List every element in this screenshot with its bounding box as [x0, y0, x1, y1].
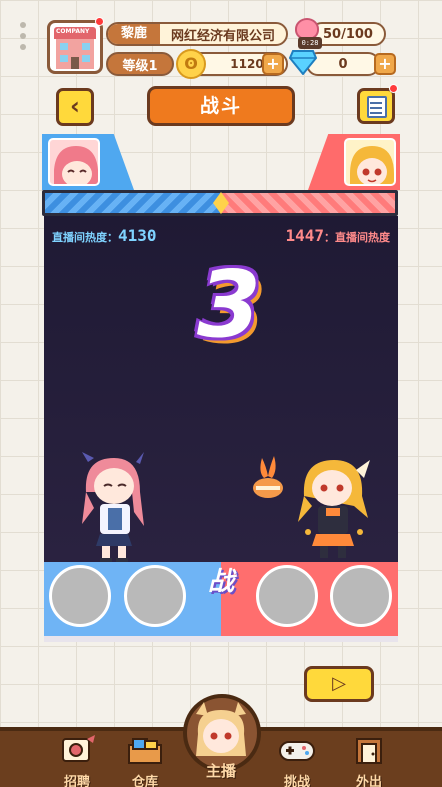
enemy-progress — [220, 193, 395, 213]
task-list-button[interactable] — [357, 88, 395, 124]
skill-bar-base — [44, 636, 398, 642]
task-notification-dot — [389, 84, 398, 93]
company-name: 网红经济有限公司 — [170, 28, 275, 44]
gem-value: 0 — [306, 52, 380, 76]
enemy-character — [298, 460, 370, 558]
energy-timer: 0:28 — [298, 37, 322, 49]
company-sign: COMPANY — [56, 28, 90, 35]
player-info-pill[interactable]: 黎鹿 网红经济有限公司 — [106, 22, 288, 46]
nav-recruit[interactable]: 招聘 — [46, 731, 108, 787]
nav-streamer[interactable]: 主播 — [190, 700, 252, 786]
level-badge: 等级1 — [106, 52, 174, 76]
gamepad-icon — [279, 741, 315, 761]
page-title: 战斗 — [147, 86, 295, 126]
enemy-heat-value: 1447 — [285, 226, 324, 245]
player-skill-slot-2[interactable] — [124, 565, 186, 627]
more-dots-icon[interactable] — [20, 22, 26, 55]
nav-challenge-label: 挑战 — [283, 775, 310, 787]
battle-arena: 直播间热度：4130 1447：直播间热度 3 — [44, 216, 398, 562]
nav-warehouse-label: 仓库 — [131, 775, 158, 787]
player-portrait — [48, 138, 100, 186]
back-button[interactable]: ‹ — [56, 88, 94, 126]
player-progress — [45, 193, 220, 213]
nav-outing-label: 外出 — [355, 775, 382, 787]
player-skill-slot-1[interactable] — [49, 565, 111, 627]
battle-label: 战 — [207, 567, 234, 597]
add-gems-button[interactable]: + — [374, 53, 396, 75]
enemy-portrait — [344, 138, 396, 186]
play-button[interactable]: ▷ — [304, 666, 374, 702]
nav-warehouse[interactable]: 仓库 — [114, 731, 176, 787]
enemy-heat: 1447：直播间热度 — [285, 226, 390, 245]
add-coins-button[interactable]: + — [262, 53, 284, 75]
outing-icon — [356, 738, 382, 764]
enemy-side-banner — [308, 134, 400, 190]
enemy-skill-slot-2 — [330, 565, 392, 627]
enemy-skill-slot-1 — [256, 565, 318, 627]
nav-recruit-label: 招聘 — [63, 775, 90, 787]
countdown-number: 3 — [196, 251, 261, 358]
player-name: 黎鹿 — [108, 24, 160, 44]
streamer-icon — [196, 702, 246, 756]
recruit-icon — [62, 735, 95, 762]
nav-streamer-label: 主播 — [205, 762, 236, 780]
company-building-icon[interactable]: COMPANY — [47, 20, 103, 74]
player-side-banner — [42, 134, 134, 190]
player-character — [82, 452, 144, 562]
player-heat-value: 4130 — [118, 226, 157, 245]
nav-outing[interactable]: 外出 — [338, 731, 400, 787]
bunny-hat-item — [253, 456, 283, 498]
coin-icon: ʘ — [176, 49, 206, 79]
player-heat: 直播间热度：4130 — [52, 226, 157, 245]
warehouse-icon — [128, 738, 162, 764]
diamond-icon — [289, 50, 317, 75]
enemy-heat-label: ：直播间热度 — [324, 231, 390, 244]
player-heat-label: 直播间热度： — [52, 231, 118, 244]
notification-dot — [95, 17, 104, 26]
nav-challenge[interactable]: 挑战 — [266, 731, 328, 787]
